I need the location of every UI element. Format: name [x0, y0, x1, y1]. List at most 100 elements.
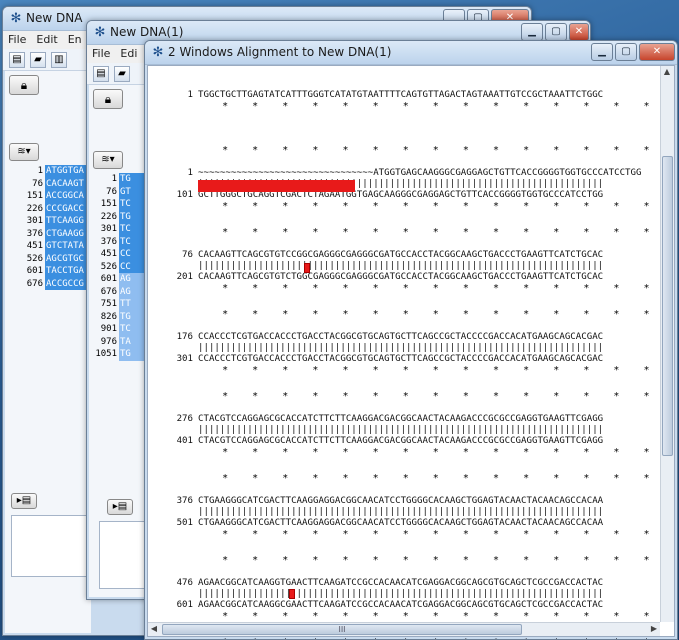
title-bar[interactable]: ✻ 2 Windows Alignment to New DNA(1) ▁ ▢ …: [145, 41, 677, 65]
list-item[interactable]: 901 TC: [89, 323, 147, 336]
mismatch-marker: [304, 263, 310, 273]
view-mode-button[interactable]: ≋▾: [9, 143, 39, 161]
horizontal-scroll-thumb[interactable]: III: [162, 624, 522, 635]
maximize-button[interactable]: ▢: [615, 43, 637, 61]
ruler-stars: * * * * * * * * * * * * * * *: [198, 555, 650, 566]
list-item[interactable]: 826 TG: [89, 310, 147, 323]
list-item[interactable]: 1 ATGGTGA: [5, 165, 89, 178]
list-item[interactable]: 1 TG: [89, 173, 147, 186]
notes-box[interactable]: [11, 515, 91, 577]
list-item[interactable]: 976 TA: [89, 335, 147, 348]
vertical-scroll-thumb[interactable]: [662, 156, 673, 456]
sequence-list[interactable]: 1 ATGGTGA 76 CACAAGT 151 ACCGGCA 226 CCCGACC 301…: [5, 165, 89, 290]
alignment-row-query[interactable]: 476 AGAACGGCATCAAGGTGAACTTCAAGATCCGCCACAA…: [148, 578, 604, 589]
alignment-row-query[interactable]: 76 CACAAGTTCAGCGTGTCCGGCGAGGGCGAGGGCGATGC…: [148, 250, 603, 261]
list-item[interactable]: 751 TT: [89, 298, 147, 311]
alignment-row-query[interactable]: 376 CTGAAGGGCATCGACTTCAAGGAGGACGGCAACATCC…: [148, 496, 604, 507]
alignment-row-subject[interactable]: 301 CCACCCTCGTGACCACCCTGACCTACGGCGTGCAGTG…: [148, 354, 604, 365]
list-item[interactable]: 76 GT: [89, 185, 147, 198]
sequence-fragment: AG: [119, 285, 147, 298]
menu-en[interactable]: En: [63, 31, 87, 48]
alignment-row-subject[interactable]: 501 CTGAAGGGCATCGACTTCAAGGAGGACGGCAACATCC…: [148, 518, 604, 529]
list-item[interactable]: 526 AGCGTGC: [5, 252, 89, 265]
sequence-fragment: ACCGCCG: [45, 277, 89, 290]
sequence-fragment: TC: [119, 323, 147, 336]
sequence-position: 301: [26, 216, 43, 226]
list-item[interactable]: 676 AG: [89, 285, 147, 298]
list-item[interactable]: 676 ACCGCCG: [5, 277, 89, 290]
ruler-stars: * * * * * * * * * * * * * * *: [198, 473, 650, 484]
scroll-right-icon[interactable]: ▶: [648, 623, 660, 635]
menu-file[interactable]: File: [3, 31, 31, 48]
lock-button[interactable]: 🔒︎: [9, 75, 39, 95]
sequence-fragment: GT: [119, 185, 147, 198]
list-item[interactable]: 226 TG: [89, 210, 147, 223]
sequence-fragment: TC: [119, 235, 147, 248]
alignment-row-query[interactable]: 176 CCACCCTCGTGACCACCCTGACCTACGGCGTGCAGTG…: [148, 332, 604, 343]
view-mode-button[interactable]: ≋▾: [93, 151, 123, 169]
line-number: 401: [176, 436, 193, 446]
sequence-text: CCACCCTCGTGACCACCCTGACCTACGGCGTGCAGTGCTT…: [198, 332, 604, 342]
list-item[interactable]: 151 ACCGGCA: [5, 190, 89, 203]
sequence-position: 676: [26, 278, 43, 289]
alignment-row-subject[interactable]: 601 AGAACGGCATCAAGGCGAACTTCAAGATCCGCCACAA…: [148, 600, 604, 611]
alignment-pane[interactable]: 1 TGGCTGCTTGAGTATCATTTGGGTCATATGTAATTTTCA…: [148, 66, 668, 639]
list-item[interactable]: 226 CCCGACC: [5, 202, 89, 215]
new-icon[interactable]: ▤: [9, 52, 25, 68]
sequence-fragment: TG: [119, 348, 147, 361]
line-number: 1: [187, 168, 193, 178]
sequence-position: 151: [26, 191, 43, 201]
line-number: 501: [176, 518, 193, 528]
maximize-button[interactable]: ▢: [545, 23, 567, 41]
sequence-fragment: TC: [119, 198, 147, 211]
minimize-button[interactable]: ▁: [591, 43, 613, 61]
app-icon: ✻: [152, 45, 164, 60]
sequence-fragment: AGCGTGC: [45, 252, 89, 265]
list-item[interactable]: 451 CC: [89, 248, 147, 261]
scroll-left-icon[interactable]: ◀: [148, 623, 160, 635]
list-item[interactable]: 526 CC: [89, 260, 147, 273]
sequence-position: 376: [26, 228, 43, 239]
list-item[interactable]: 601 TACCTGA: [5, 265, 89, 278]
list-item[interactable]: 151 TC: [89, 198, 147, 211]
menu-edit[interactable]: Edi: [115, 45, 142, 62]
alignment-row-query[interactable]: 276 CTACGTCCAGGAGCGCACCATCTTCTTCAAGGACGAC…: [148, 414, 604, 425]
window-alignment[interactable]: ✻ 2 Windows Alignment to New DNA(1) ▁ ▢ …: [144, 40, 678, 640]
menu-file[interactable]: File: [87, 45, 115, 62]
sequence-position: 1051: [95, 349, 117, 359]
minimize-button[interactable]: ▁: [521, 23, 543, 41]
scroll-up-icon[interactable]: ▲: [661, 66, 673, 78]
alignment-row-query[interactable]: 1 ~~~~~~~~~~~~~~~~~~~~~~~~~~~~~~~~ATGGTGA…: [148, 168, 642, 179]
sequence-list[interactable]: 1 TG 76 GT 151 TC 226 TG 301 TC 376 TC 451 CC 526 CC 601…: [89, 173, 147, 361]
alignment-view[interactable]: 1 TGGCTGCTTGAGTATCATTTGGGTCATATGTAATTTTCA…: [147, 65, 675, 639]
list-item[interactable]: 451 GTCTATA: [5, 240, 89, 253]
new-icon[interactable]: ▤: [93, 66, 109, 82]
alignment-row-subject[interactable]: 201 CACAAGTTCAGCGTGTCTGGCGAGGGCGAGGGCGATG…: [148, 272, 604, 283]
match-bars: ||||||||||||||||||||||||||||||||||||||||…: [198, 589, 604, 599]
open-folder-icon[interactable]: ▰: [30, 52, 46, 68]
lock-button[interactable]: 🔒︎: [93, 89, 123, 109]
copy-icon[interactable]: ▥: [51, 52, 67, 68]
open-folder-icon[interactable]: ▰: [114, 66, 130, 82]
vertical-scrollbar[interactable]: ▲: [660, 66, 674, 622]
console-button[interactable]: ▸▤: [107, 499, 133, 515]
list-item[interactable]: 376 TC: [89, 235, 147, 248]
console-button[interactable]: ▸▤: [11, 493, 37, 509]
close-button[interactable]: ✕: [639, 43, 675, 61]
alignment-row[interactable]: 1 TGGCTGCTTGAGTATCATTTGGGTCATATGTAATTTTCA…: [148, 90, 604, 101]
alignment-row-subject[interactable]: 401 CTACGTCCAGGAGCGCACCATCTTCTTCAAGGACGAC…: [148, 436, 604, 447]
horizontal-scrollbar[interactable]: ◀ III ▶: [148, 622, 660, 636]
line-number: 176: [176, 332, 193, 342]
list-item[interactable]: 301 TC: [89, 223, 147, 236]
list-item[interactable]: 1051 TG: [89, 348, 147, 361]
sequence-fragment: TA: [119, 335, 147, 348]
sequence-text: CCACCCTCGTGACCACCCTGACCTACGGCGTGCAGTGCTT…: [198, 354, 604, 364]
sequence-fragment: GTCTATA: [45, 240, 89, 253]
sequence-text: CACAAGTTCAGCGTGTCCGGCGAGGGCGAGGGCGATGCCA…: [198, 250, 604, 260]
list-item[interactable]: 301 TTCAAGG: [5, 215, 89, 228]
list-item[interactable]: 76 CACAAGT: [5, 177, 89, 190]
list-item[interactable]: 601 AG: [89, 273, 147, 286]
close-button[interactable]: ✕: [569, 23, 589, 41]
menu-edit[interactable]: Edit: [31, 31, 62, 48]
list-item[interactable]: 376 CTGAAGG: [5, 227, 89, 240]
